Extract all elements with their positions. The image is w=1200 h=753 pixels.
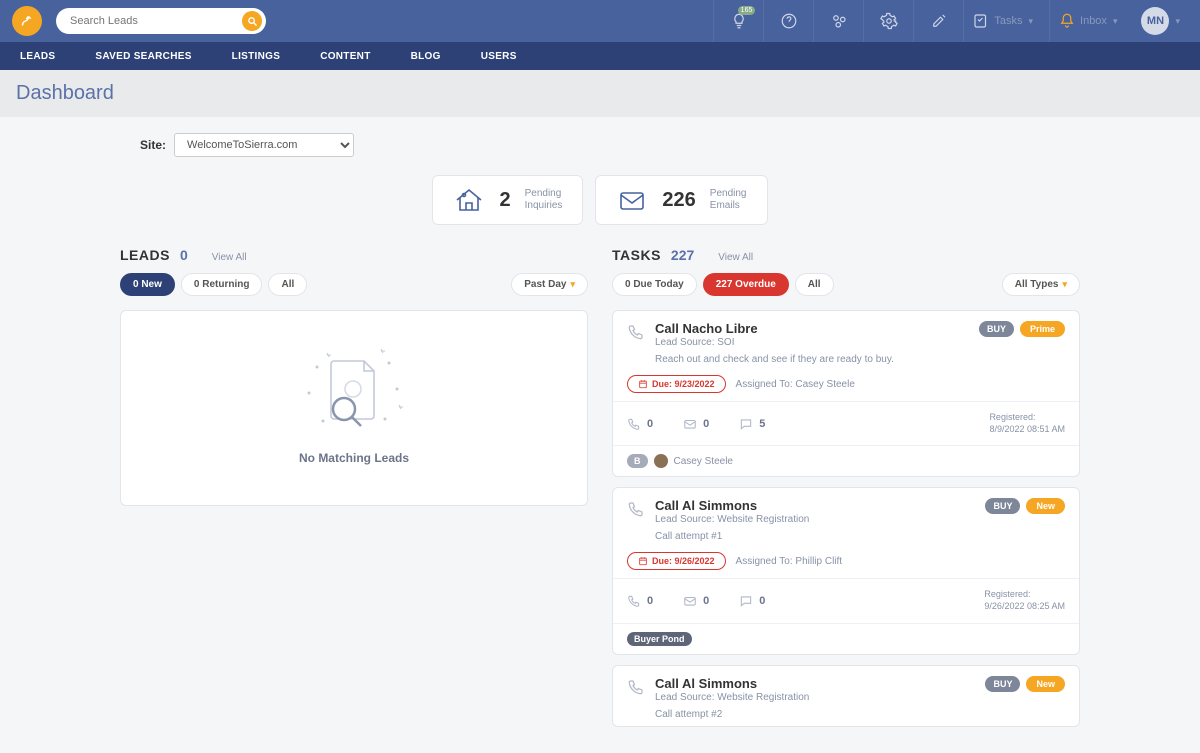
tasks-view-all[interactable]: View All <box>718 252 753 263</box>
foot-chip: B <box>627 454 648 468</box>
pending-inquiries-card[interactable]: 2 PendingInquiries <box>432 175 583 225</box>
notif-badge: 165 <box>738 6 756 15</box>
registered-info: Registered:9/26/2022 08:25 AM <box>984 589 1065 612</box>
task-title: Call Al Simmons <box>655 676 975 691</box>
badge-status: New <box>1026 498 1065 514</box>
help-icon[interactable] <box>763 0 813 42</box>
user-avatar[interactable]: MN <box>1141 7 1169 35</box>
logo[interactable] <box>12 6 42 36</box>
inquiries-count: 2 <box>499 189 510 212</box>
nav-saved-searches[interactable]: SAVED SEARCHES <box>95 51 191 62</box>
leads-heading: LEADS <box>120 247 170 263</box>
stat-cards: 2 PendingInquiries 226 PendingEmails <box>120 175 1080 225</box>
phone-icon <box>627 500 645 542</box>
task-note: Call attempt #2 <box>655 709 975 720</box>
page-header: Dashboard <box>0 70 1200 117</box>
leads-count: 0 <box>180 247 188 263</box>
badge-buy: BUY <box>985 498 1020 514</box>
emails-label: PendingEmails <box>710 188 747 212</box>
pending-emails-card[interactable]: 226 PendingEmails <box>595 175 767 225</box>
settings-icon[interactable] <box>863 0 913 42</box>
stat-calls: 0 <box>627 417 653 431</box>
page-title: Dashboard <box>16 82 1184 105</box>
pill-tasks-all[interactable]: All <box>795 273 834 296</box>
inbox-menu[interactable]: Inbox ▾ <box>1049 0 1133 42</box>
top-bar: 165 Tasks ▾ Inbox ▾ MN ▾ <box>0 0 1200 42</box>
site-label: Site: <box>140 138 166 152</box>
task-title: Call Al Simmons <box>655 498 975 513</box>
main-nav: LEADS SAVED SEARCHES LISTINGS CONTENT BL… <box>0 42 1200 70</box>
search-input[interactable] <box>70 15 242 27</box>
emails-count: 226 <box>662 189 695 212</box>
pill-all-types[interactable]: All Types▾ <box>1002 273 1080 296</box>
leads-column: LEADS 0 View All 0 New 0 Returning All P… <box>120 247 588 506</box>
task-source: Lead Source: SOI <box>655 337 969 348</box>
integrations-icon[interactable] <box>813 0 863 42</box>
nav-blog[interactable]: BLOG <box>411 51 441 62</box>
search-box[interactable] <box>56 8 266 34</box>
due-chip: Due: 9/26/2022 <box>627 552 726 570</box>
nav-content[interactable]: CONTENT <box>320 51 370 62</box>
task-note: Reach out and check and see if they are … <box>655 354 969 365</box>
assigned-to: Assigned To: Phillip Clift <box>736 556 843 567</box>
phone-icon <box>627 323 645 365</box>
tasks-label: Tasks <box>994 15 1022 27</box>
badge-buy: BUY <box>985 676 1020 692</box>
pill-all[interactable]: All <box>268 273 307 296</box>
tasks-column: TASKS 227 View All 0 Due Today 227 Overd… <box>612 247 1080 737</box>
pill-due-today[interactable]: 0 Due Today <box>612 273 697 296</box>
pill-overdue[interactable]: 227 Overdue <box>703 273 789 296</box>
idea-icon[interactable]: 165 <box>713 0 763 42</box>
pill-new[interactable]: 0 New <box>120 273 175 296</box>
badge-status: New <box>1026 676 1065 692</box>
nav-listings[interactable]: LISTINGS <box>232 51 281 62</box>
chevron-down-icon: ▾ <box>1113 16 1118 27</box>
nav-users[interactable]: USERS <box>481 51 517 62</box>
registered-info: Registered:8/9/2022 08:51 AM <box>989 412 1065 435</box>
task-source: Lead Source: Website Registration <box>655 514 975 525</box>
leads-view-all[interactable]: View All <box>212 252 247 263</box>
tasks-heading: TASKS <box>612 247 661 263</box>
inbox-label: Inbox <box>1080 15 1107 27</box>
assigned-to: Assigned To: Casey Steele <box>736 379 855 390</box>
inquiries-label: PendingInquiries <box>525 188 563 212</box>
nav-leads[interactable]: LEADS <box>20 51 55 62</box>
task-card[interactable]: Call Al SimmonsLead Source: Website Regi… <box>612 665 1080 727</box>
pill-past-day[interactable]: Past Day▾ <box>511 273 588 296</box>
site-selector-row: Site: WelcomeToSierra.com <box>140 133 1080 157</box>
stat-chats: 0 <box>739 594 765 608</box>
house-icon <box>453 186 485 214</box>
tasks-count: 227 <box>671 247 694 263</box>
stat-emails: 0 <box>683 417 709 431</box>
empty-illustration <box>141 341 567 441</box>
phone-icon <box>627 678 645 720</box>
site-select[interactable]: WelcomeToSierra.com <box>174 133 354 157</box>
task-source: Lead Source: Website Registration <box>655 692 975 703</box>
chevron-down-icon: ▾ <box>1028 16 1033 27</box>
envelope-icon <box>616 186 648 214</box>
task-title: Call Nacho Libre <box>655 321 969 336</box>
tasks-menu[interactable]: Tasks ▾ <box>963 0 1049 42</box>
chevron-down-icon: ▾ <box>1175 16 1180 27</box>
task-note: Call attempt #1 <box>655 531 975 542</box>
search-button[interactable] <box>242 11 262 31</box>
foot-chip: Buyer Pond <box>627 632 692 646</box>
task-card[interactable]: Call Nacho LibreLead Source: SOI Reach ou… <box>612 310 1080 477</box>
badge-buy: BUY <box>979 321 1014 337</box>
mini-avatar <box>654 454 668 468</box>
foot-name: Casey Steele <box>674 456 733 467</box>
badge-status: Prime <box>1020 321 1065 337</box>
task-card[interactable]: Call Al SimmonsLead Source: Website Regi… <box>612 487 1080 654</box>
stat-calls: 0 <box>627 594 653 608</box>
pill-returning[interactable]: 0 Returning <box>181 273 263 296</box>
leads-empty-state: No Matching Leads <box>120 310 588 506</box>
due-chip: Due: 9/23/2022 <box>627 375 726 393</box>
leads-empty-msg: No Matching Leads <box>141 451 567 465</box>
stat-emails: 0 <box>683 594 709 608</box>
stat-chats: 5 <box>739 417 765 431</box>
tools-icon[interactable] <box>913 0 963 42</box>
